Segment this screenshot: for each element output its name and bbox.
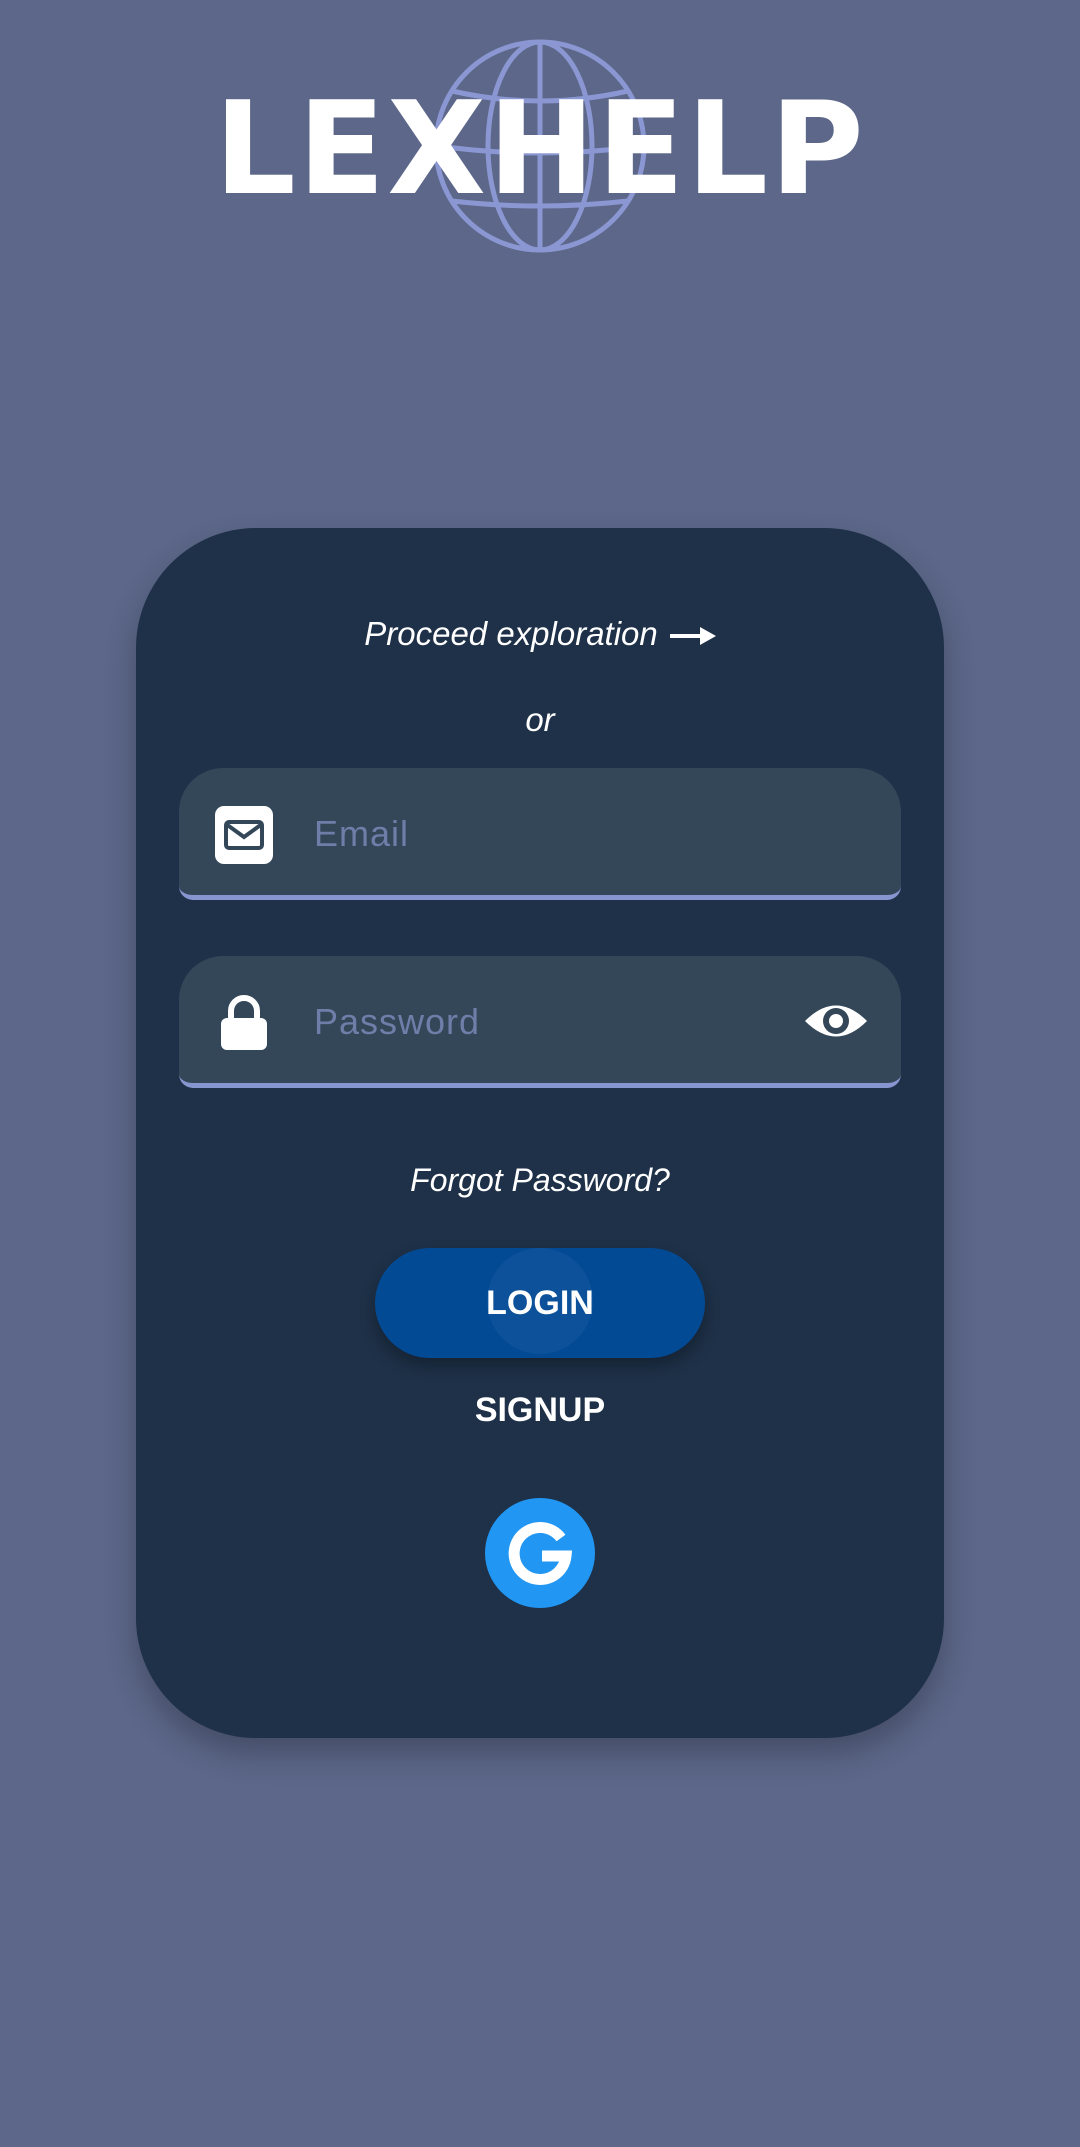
proceed-label: Proceed exploration: [364, 615, 658, 652]
arrow-right-icon: [669, 614, 716, 658]
proceed-exploration-link[interactable]: Proceed exploration: [136, 612, 944, 658]
login-card: Proceed exploration or Email Password Fo…: [136, 528, 944, 1738]
eye-icon[interactable]: [803, 996, 869, 1046]
email-field[interactable]: Email: [179, 768, 901, 900]
mail-icon: [215, 806, 273, 864]
login-button-label: LOGIN: [486, 1284, 594, 1322]
password-input-placeholder[interactable]: Password: [314, 994, 480, 1050]
app-logo: LEXHELP: [0, 30, 1080, 260]
login-button[interactable]: LOGIN: [375, 1248, 705, 1358]
or-separator: or: [525, 701, 555, 738]
app-name: LEXHELP: [214, 75, 866, 224]
google-signin-button[interactable]: [485, 1498, 595, 1608]
forgot-password-link[interactable]: Forgot Password?: [136, 1158, 944, 1202]
password-field[interactable]: Password: [179, 956, 901, 1088]
lock-icon: [221, 995, 267, 1050]
email-input-placeholder[interactable]: Email: [314, 806, 409, 862]
signup-button[interactable]: SIGNUP: [136, 1386, 944, 1434]
google-icon: [508, 1522, 573, 1585]
